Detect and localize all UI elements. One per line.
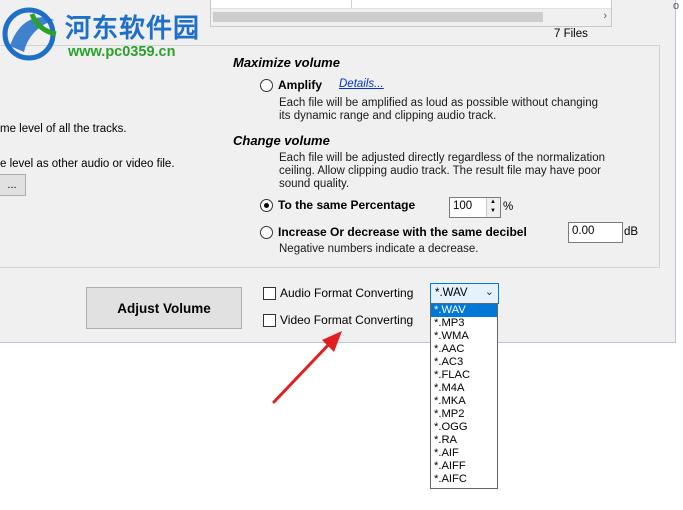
stepper-buttons[interactable]: ▲ ▼ [486, 198, 500, 217]
watermark-title: 河东软件园 [65, 14, 201, 44]
format-option[interactable]: *.MP2 [431, 408, 497, 421]
amplify-label[interactable]: Amplify [278, 78, 322, 92]
format-option[interactable]: *.WMA [431, 330, 497, 343]
format-dropdown-list[interactable]: *.WAV *.MP3 *.WMA *.AAC *.AC3 *.FLAC *.M4A *.MK… [430, 303, 498, 489]
details-link[interactable]: Details... [339, 78, 384, 90]
audio-format-checkbox[interactable] [263, 287, 276, 300]
negative-note: Negative numbers indicate a decrease. [279, 243, 479, 255]
watermark-logo: 河东软件园 www.pc0359.cn [2, 6, 207, 68]
format-option[interactable]: *.WAV [431, 304, 497, 317]
watermark-url: www.pc0359.cn [68, 44, 176, 60]
change-description-1: Each file will be adjusted directly rega… [279, 152, 605, 164]
format-option[interactable]: *.MKA [431, 395, 497, 408]
scrollbar-thumb[interactable] [213, 12, 543, 22]
amplify-description-1: Each file will be amplified as loud as p… [279, 97, 598, 109]
maximize-volume-heading: Maximize volume [233, 55, 340, 70]
file-list[interactable]: › [210, 0, 612, 27]
change-volume-heading: Change volume [233, 133, 330, 148]
format-selected-value[interactable]: *.WAV [435, 287, 468, 299]
percentage-label[interactable]: To the same Percentage [278, 198, 415, 212]
format-option[interactable]: *.AAC [431, 343, 497, 356]
decibel-unit: dB [624, 226, 639, 238]
format-option[interactable]: *.AIFF [431, 460, 497, 473]
percentage-value[interactable]: 100 [453, 200, 472, 212]
format-option[interactable]: *.RA [431, 434, 497, 447]
format-option[interactable]: *.FLAC [431, 369, 497, 382]
arrow-up-icon[interactable]: ▲ [490, 199, 496, 205]
percentage-unit: % [503, 201, 514, 213]
amplify-radio[interactable] [260, 79, 273, 92]
format-option[interactable]: *.M4A [431, 382, 497, 395]
format-option[interactable]: *.MP3 [431, 317, 497, 330]
decibel-input[interactable]: 0.00 [568, 222, 623, 243]
format-option[interactable]: *.OGG [431, 421, 497, 434]
browse-button[interactable]: ... [0, 174, 26, 196]
amplify-description-2: its dynamic range and clipping audio tra… [279, 110, 497, 122]
percentage-radio[interactable] [260, 199, 273, 212]
percentage-stepper[interactable]: 100 ▲ ▼ [449, 197, 501, 218]
annotation-arrow-icon [272, 331, 342, 404]
decibel-label[interactable]: Increase Or decrease with the same decib… [278, 225, 527, 239]
change-description-3: sound quality. [279, 178, 350, 190]
audio-format-label[interactable]: Audio Format Converting [280, 286, 413, 300]
arrow-down-icon[interactable]: ▼ [490, 208, 496, 214]
format-option[interactable]: *.AIF [431, 447, 497, 460]
clipped-edge-text: o [673, 0, 680, 12]
format-option[interactable]: *.AC3 [431, 356, 497, 369]
horizontal-scrollbar[interactable]: › [211, 8, 611, 26]
scroll-right-icon[interactable]: › [603, 10, 607, 22]
format-option[interactable]: *.AIFC [431, 473, 497, 486]
left-option-text-1: me level of all the tracks. [0, 123, 127, 135]
change-description-2: ceiling. Allow clipping audio track. The… [279, 165, 601, 177]
video-format-label[interactable]: Video Format Converting [280, 313, 413, 327]
decibel-radio[interactable] [260, 226, 273, 239]
adjust-volume-button[interactable]: Adjust Volume [86, 287, 242, 329]
chevron-down-icon[interactable]: ⌄ [485, 285, 494, 298]
decibel-value[interactable]: 0.00 [572, 225, 594, 237]
file-count: 7 Files [554, 28, 588, 40]
watermark-emblem-icon [2, 7, 57, 61]
left-option-text-2: e level as other audio or video file. [0, 158, 175, 170]
format-select[interactable]: *.WAV ⌄ [430, 283, 499, 304]
